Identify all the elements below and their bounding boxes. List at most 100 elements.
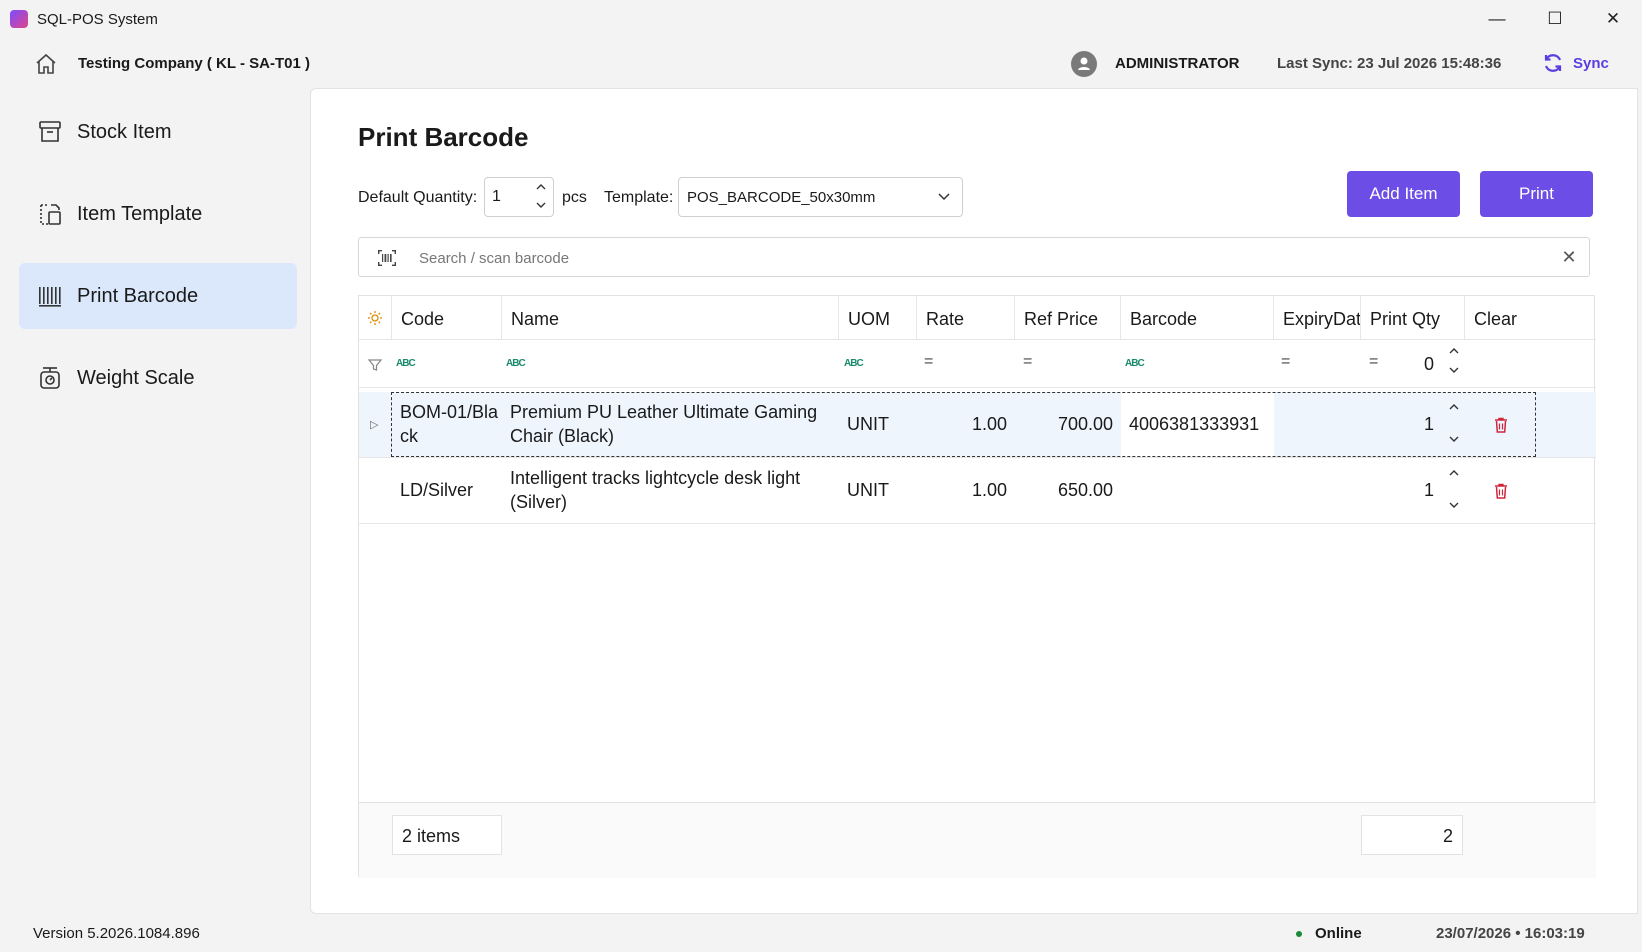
table-row[interactable]: ▷ BOM-01/Black Premium PU Leather Ultima… — [359, 392, 1596, 458]
online-status: Online — [1315, 925, 1362, 942]
sidebar-item-stock-item[interactable]: Stock Item — [19, 99, 297, 165]
search-bar: ✕ — [358, 237, 1590, 277]
close-window-button[interactable]: ✕ — [1584, 0, 1642, 38]
cell-uom: UNIT — [847, 414, 889, 434]
cell-print-qty[interactable]: 1 — [1389, 412, 1434, 436]
equals-filter-icon[interactable]: = — [924, 353, 933, 371]
home-icon[interactable] — [34, 52, 58, 76]
minimize-button[interactable]: — — [1468, 0, 1526, 38]
main-panel: Print Barcode Default Quantity: 1 pcs Te… — [310, 88, 1638, 914]
window-title: SQL-POS System — [37, 11, 158, 28]
maximize-button[interactable]: ☐ — [1526, 0, 1584, 38]
text-filter-icon[interactable]: ABC — [506, 358, 526, 369]
user-name: ADMINISTRATOR — [1115, 55, 1240, 72]
sidebar: Stock Item Item Template Print Barcode W… — [0, 90, 310, 910]
equals-filter-icon[interactable]: = — [1369, 353, 1378, 371]
title-bar: SQL-POS System — ☐ ✕ — [0, 0, 1642, 38]
default-quantity-label: Default Quantity: — [358, 189, 478, 206]
text-filter-icon[interactable]: ABC — [844, 358, 864, 369]
sidebar-item-item-template[interactable]: Item Template — [19, 181, 297, 247]
chevron-down-icon — [938, 193, 950, 201]
default-quantity-stepper[interactable]: 1 — [484, 177, 554, 217]
items-grid: Code Name UOM Rate Ref Price Barcode Exp… — [358, 295, 1596, 878]
close-icon[interactable]: ✕ — [1559, 247, 1579, 267]
sidebar-item-label: Stock Item — [77, 121, 172, 143]
trash-icon[interactable] — [1494, 417, 1508, 433]
filter-icon[interactable] — [367, 357, 383, 373]
default-quantity-value: 1 — [492, 188, 501, 205]
column-header-expiry-date[interactable]: ExpiryDat — [1274, 296, 1361, 340]
column-header-code[interactable]: Code — [392, 296, 502, 340]
column-header-uom[interactable]: UOM — [839, 296, 917, 340]
column-header-rate[interactable]: Rate — [917, 296, 1015, 340]
item-count: 2 items — [392, 815, 502, 855]
sidebar-item-label: Print Barcode — [77, 285, 199, 307]
equals-filter-icon[interactable]: = — [1023, 353, 1032, 371]
filter-row: ABC ABC ABC = = ABC = = 0 — [359, 340, 1596, 388]
chevron-up-icon[interactable] — [1448, 402, 1460, 412]
sidebar-item-weight-scale[interactable]: Weight Scale — [19, 345, 297, 411]
last-sync-text: Last Sync: 23 Jul 2026 15:48:36 — [1277, 55, 1502, 72]
template-icon — [40, 204, 61, 225]
column-header-print-qty[interactable]: Print Qty — [1361, 296, 1465, 340]
print-qty-total: 2 — [1361, 815, 1463, 855]
barcode-scan-icon[interactable] — [377, 249, 397, 267]
column-header-name[interactable]: Name — [502, 296, 839, 340]
version-text: Version 5.2026.1084.896 — [33, 925, 200, 942]
search-input[interactable] — [419, 244, 1519, 272]
template-value: POS_BARCODE_50x30mm — [687, 189, 876, 206]
cell-ref-price: 650.00 — [1057, 480, 1113, 500]
cell-barcode[interactable]: 4006381333931 — [1129, 412, 1274, 436]
text-filter-icon[interactable]: ABC — [1125, 358, 1145, 369]
cell-code: LD/Silver — [400, 480, 474, 500]
app-header: Testing Company ( KL - SA-T01 ) ADMINIST… — [0, 38, 1642, 90]
cell-rate: 1.00 — [971, 414, 1007, 434]
chevron-down-icon[interactable] — [535, 200, 547, 210]
chevron-down-icon[interactable] — [1448, 365, 1460, 375]
column-header-clear[interactable]: Clear — [1465, 296, 1596, 340]
sidebar-item-label: Item Template — [77, 203, 203, 225]
print-button[interactable]: Print — [1480, 171, 1593, 217]
user-avatar-icon[interactable] — [1071, 51, 1097, 77]
template-label: Template: — [604, 189, 674, 206]
cell-code: BOM-01/Black — [400, 402, 499, 446]
row-expand-icon[interactable]: ▷ — [370, 418, 378, 431]
app-logo-icon — [10, 10, 28, 28]
cell-ref-price: 700.00 — [1057, 414, 1113, 434]
text-filter-icon[interactable]: ABC — [396, 358, 416, 369]
column-header-barcode[interactable]: Barcode — [1121, 296, 1274, 340]
column-header-ref-price[interactable]: Ref Price — [1015, 296, 1121, 340]
scale-icon — [40, 367, 60, 389]
equals-filter-icon[interactable]: = — [1281, 353, 1290, 371]
quantity-unit: pcs — [562, 189, 587, 206]
archive-box-icon — [39, 121, 61, 142]
sync-button[interactable]: Sync — [1573, 55, 1609, 72]
trash-icon[interactable] — [1494, 483, 1508, 499]
status-bar: Version 5.2026.1084.896 Online 23/07/202… — [0, 914, 1642, 952]
table-row[interactable]: LD/Silver Intelligent tracks lightcycle … — [359, 458, 1596, 524]
gear-icon[interactable] — [367, 310, 383, 326]
cell-print-qty[interactable]: 1 — [1389, 478, 1434, 502]
cell-uom: UNIT — [847, 480, 889, 500]
current-datetime: 23/07/2026 • 16:03:19 — [1436, 925, 1585, 942]
barcode-icon — [39, 287, 61, 307]
chevron-down-icon[interactable] — [1448, 500, 1460, 510]
chevron-up-icon[interactable] — [535, 182, 547, 192]
grid-settings-header[interactable] — [359, 296, 392, 340]
grid-footer: 2 items 2 — [359, 802, 1596, 878]
chevron-down-icon[interactable] — [1448, 434, 1460, 444]
sync-icon[interactable] — [1541, 51, 1565, 75]
add-item-button[interactable]: Add Item — [1347, 171, 1460, 217]
template-select[interactable]: POS_BARCODE_50x30mm — [678, 177, 963, 217]
sidebar-item-print-barcode[interactable]: Print Barcode — [19, 263, 297, 329]
company-name: Testing Company ( KL - SA-T01 ) — [78, 55, 310, 72]
online-status-icon — [1296, 931, 1302, 937]
page-title: Print Barcode — [358, 122, 529, 152]
cell-rate: 1.00 — [971, 480, 1007, 500]
cell-name: Intelligent tracks lightcycle desk light… — [510, 468, 801, 512]
chevron-up-icon[interactable] — [1448, 346, 1460, 356]
print-qty-filter-value[interactable]: 0 — [1389, 352, 1434, 376]
sidebar-item-label: Weight Scale — [77, 367, 195, 389]
chevron-up-icon[interactable] — [1448, 468, 1460, 478]
cell-name: Premium PU Leather Ultimate Gaming Chair… — [510, 402, 818, 446]
